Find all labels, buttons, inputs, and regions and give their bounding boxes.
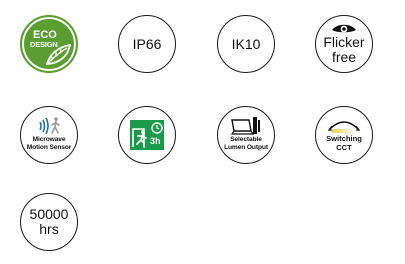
flicker-label: Flicker xyxy=(323,33,365,50)
lifetime-hours-badge: 50000 hrs xyxy=(20,193,78,251)
lumen-selector-icon xyxy=(230,117,260,135)
emergency-badge: 3h xyxy=(118,106,176,164)
cct-label: CCT xyxy=(336,142,352,152)
leaf-icon xyxy=(45,43,72,65)
eye-icon xyxy=(332,24,356,32)
switching-cct-badge: Switching CCT xyxy=(315,106,373,164)
flicker-free-badge: Flicker free xyxy=(315,15,373,73)
ip66-label: IP66 xyxy=(132,35,162,52)
microwave-label: Microwave xyxy=(32,136,66,143)
eco-design-badge: ECO DESIGN xyxy=(20,15,78,73)
motion-sensor-icon xyxy=(39,117,60,135)
hours-value: 50000 xyxy=(29,206,69,222)
ik10-badge: IK10 xyxy=(217,15,275,73)
free-label: free xyxy=(331,48,357,65)
motion-sensor-label: Motion Sensor xyxy=(26,144,72,151)
cct-switch-icon xyxy=(327,120,361,133)
microwave-sensor-badge: Microwave Motion Sensor xyxy=(20,106,78,164)
ip66-badge: IP66 xyxy=(118,15,176,73)
ik10-label: IK10 xyxy=(231,35,261,52)
switching-label: Switching xyxy=(326,133,362,143)
emergency-duration-label: 3h xyxy=(150,136,161,146)
selectable-lumen-badge: Selectable Lumen Output xyxy=(217,106,275,164)
hours-unit: hrs xyxy=(39,221,59,237)
lumen-output-label: Lumen Output xyxy=(224,144,268,151)
selectable-label: Selectable xyxy=(230,136,262,143)
emergency-exit-icon: 3h xyxy=(130,120,164,150)
